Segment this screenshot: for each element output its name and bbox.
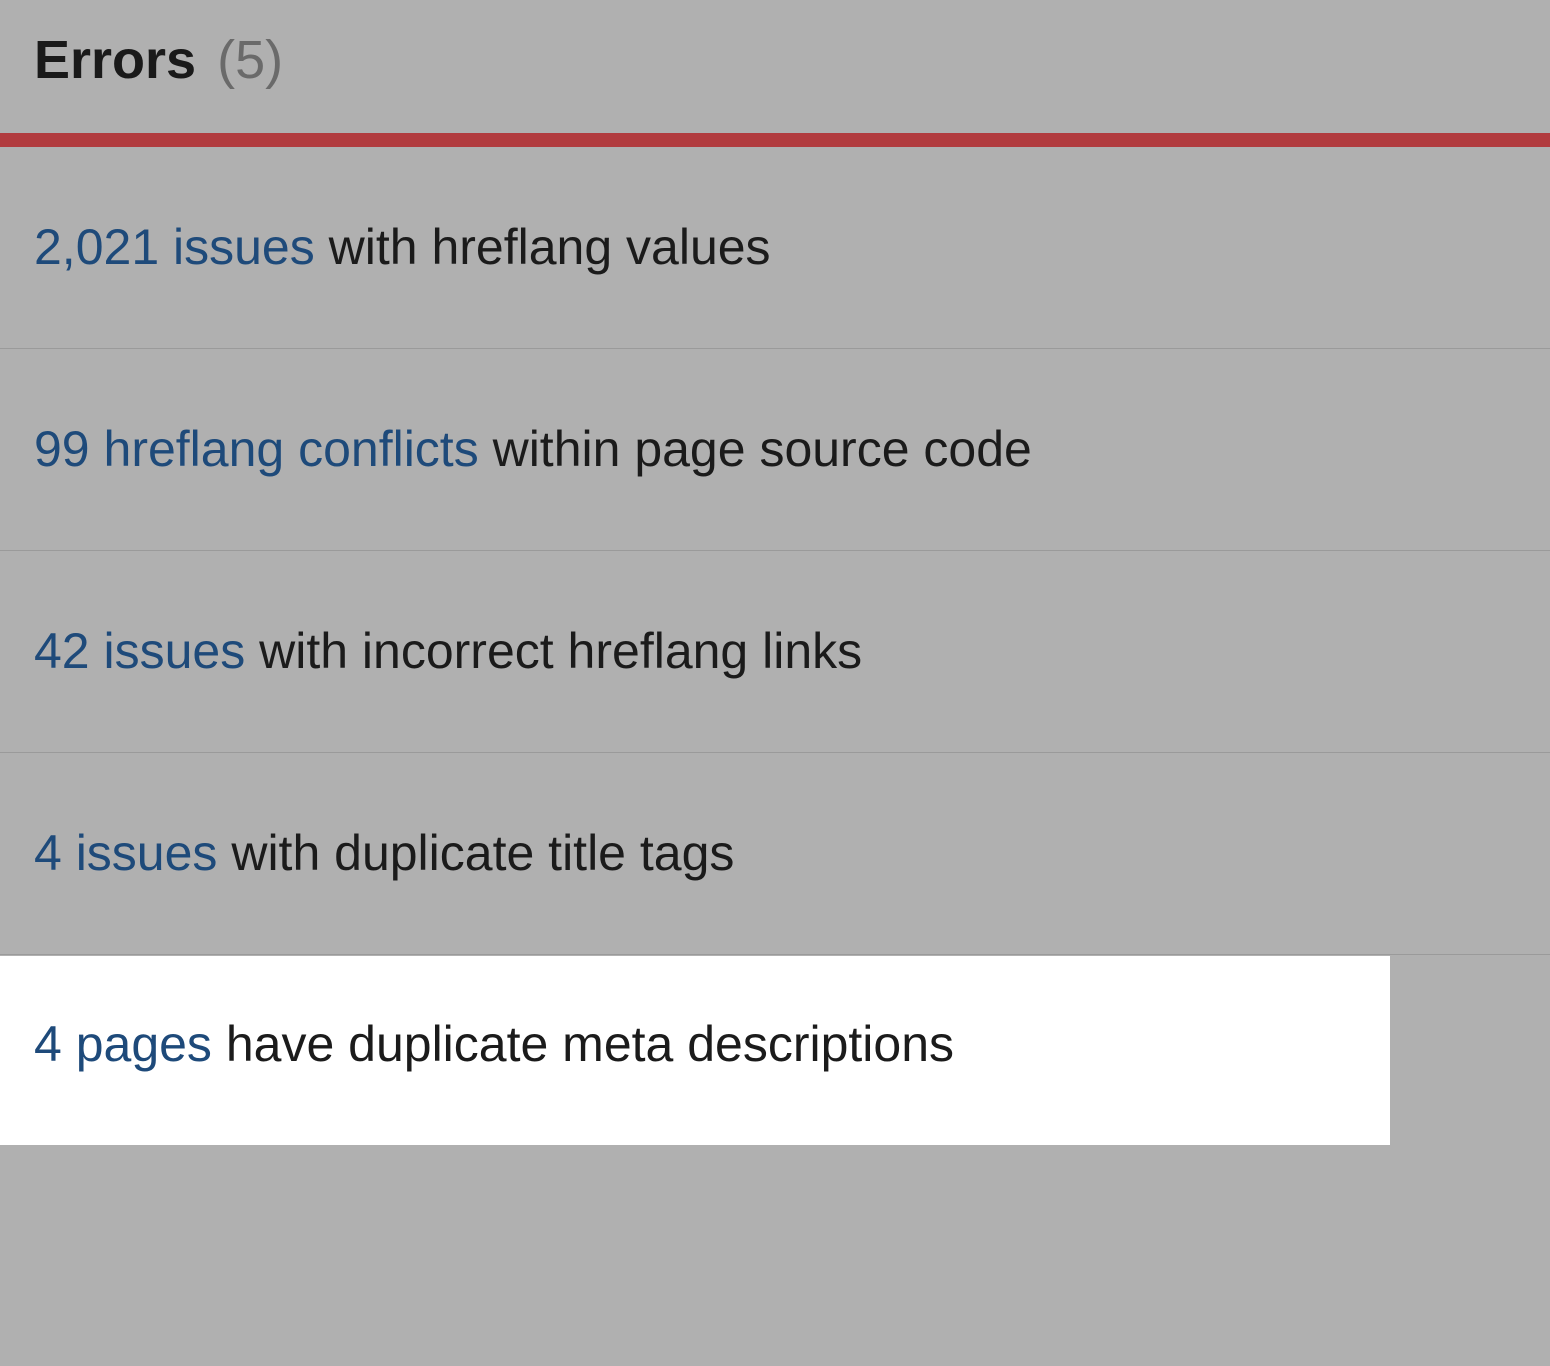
errors-count: (5) xyxy=(217,30,283,90)
error-text: with hreflang values xyxy=(315,219,771,275)
error-item-hreflang-values[interactable]: 2,021 issues with hreflang values xyxy=(0,147,1550,348)
error-link[interactable]: 4 issues xyxy=(34,825,217,881)
error-text: within page source code xyxy=(479,421,1032,477)
errors-header: Errors (5) xyxy=(0,0,1550,133)
error-text: with incorrect hreflang links xyxy=(245,623,862,679)
errors-title: Errors xyxy=(34,30,196,90)
errors-list: 2,021 issues with hreflang values 99 hre… xyxy=(0,147,1550,1145)
error-link[interactable]: 4 pages xyxy=(34,1016,212,1072)
errors-divider xyxy=(0,133,1550,147)
errors-panel: Errors (5) 2,021 issues with hreflang va… xyxy=(0,0,1550,1145)
error-text: have duplicate meta descriptions xyxy=(212,1016,954,1072)
error-item-hreflang-conflicts[interactable]: 99 hreflang conflicts within page source… xyxy=(0,348,1550,550)
error-item-incorrect-hreflang[interactable]: 42 issues with incorrect hreflang links xyxy=(0,550,1550,752)
error-link[interactable]: 2,021 issues xyxy=(34,219,315,275)
error-item-wrapper: 4 pages have duplicate meta descriptions xyxy=(0,954,1550,1145)
error-link[interactable]: 99 hreflang conflicts xyxy=(34,421,479,477)
error-item-duplicate-meta[interactable]: 4 pages have duplicate meta descriptions xyxy=(0,956,1390,1145)
error-link[interactable]: 42 issues xyxy=(34,623,245,679)
error-item-duplicate-titles[interactable]: 4 issues with duplicate title tags xyxy=(0,752,1550,954)
error-text: with duplicate title tags xyxy=(217,825,734,881)
